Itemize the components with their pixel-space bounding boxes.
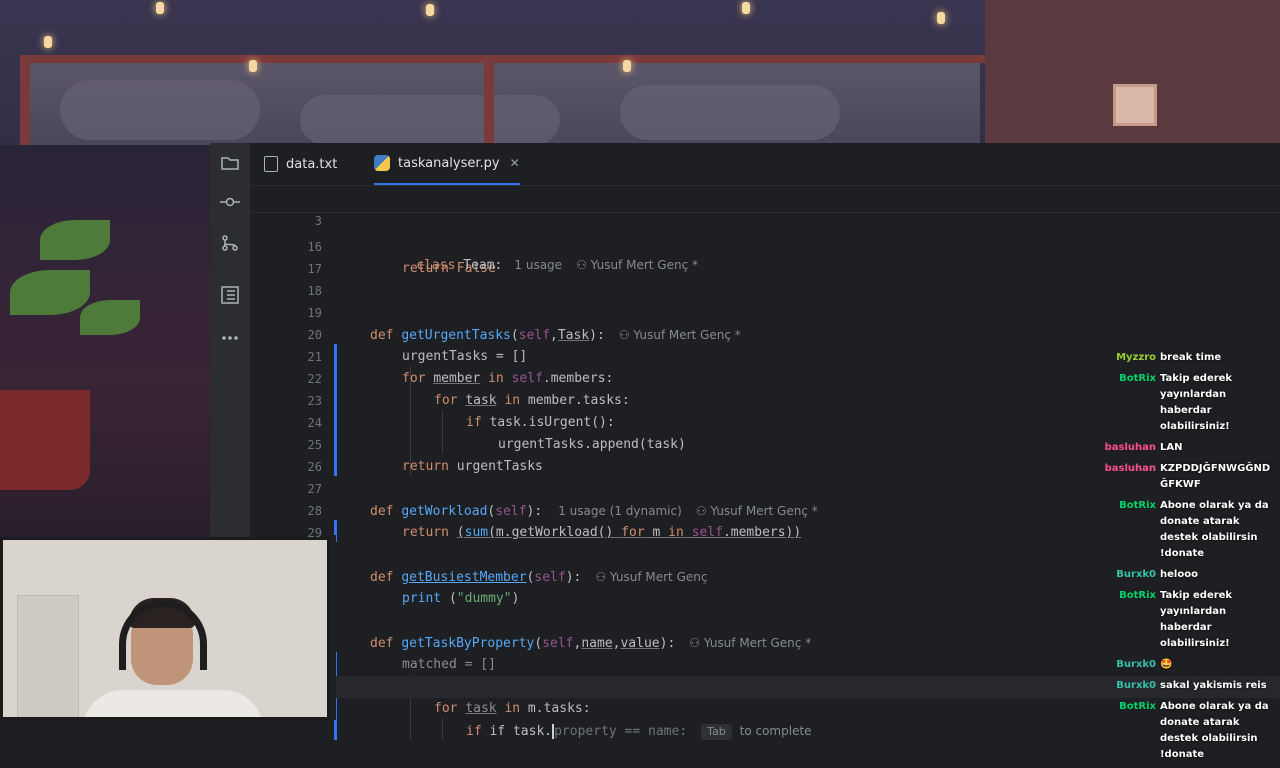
door <box>17 595 79 717</box>
chat-username: Burxk0 <box>1116 659 1156 670</box>
chat-text: sakal yakismis reis <box>1160 680 1267 691</box>
chat-text: Takip ederek yayınlardan haberdar olabil… <box>1160 590 1233 649</box>
text-file-icon <box>264 156 278 172</box>
lamp-bulb <box>623 60 631 72</box>
ide-edge <box>330 535 336 720</box>
plant-leaf <box>40 220 110 260</box>
indent-guide <box>442 718 443 740</box>
keyword: class <box>416 258 456 273</box>
chat-text: KZPDDJĞFNWGĞNDĞFKWF <box>1160 463 1271 490</box>
chat-username: basluhan <box>1104 442 1156 453</box>
wall-frame <box>1113 84 1157 126</box>
tab-data-txt[interactable]: data.txt <box>264 143 337 185</box>
tab-key-hint: Tab <box>701 724 732 740</box>
chat-message: Burxk0 helooo <box>1090 567 1275 583</box>
chat-message: BotRix Abone olarak ya da donate atarak d… <box>1090 699 1275 763</box>
chat-username: Myzzro <box>1116 352 1156 363</box>
completion-hint: to complete <box>739 724 812 738</box>
lamp-bulb <box>742 2 750 14</box>
window-beam <box>20 55 30 145</box>
code-line: 21 for member in self.members: <box>250 324 1280 386</box>
chat-username: basluhan <box>1104 463 1156 474</box>
streamer-shirt <box>83 690 263 717</box>
stream-chat: Myzzro break time BotRix Takip ederek yayı… <box>1090 350 1275 768</box>
line-number: 3 <box>314 214 322 228</box>
cloud <box>620 85 840 140</box>
class-name: Team: <box>463 258 503 273</box>
tab-label: data.txt <box>286 156 338 172</box>
chat-text: LAN <box>1160 442 1183 453</box>
branch-icon[interactable] <box>220 234 240 254</box>
chat-text: Abone olarak ya da donate atarak destek … <box>1160 701 1269 760</box>
author-name: Yusuf Mert Genç * <box>590 258 698 272</box>
chat-text: helooo <box>1160 569 1198 580</box>
chat-username: Burxk0 <box>1116 569 1156 580</box>
user-icon: ⚇ <box>576 258 591 272</box>
lamp-bulb <box>249 60 257 72</box>
webcam-overlay <box>0 537 330 720</box>
chat-message: BotRix Abone olarak ya da donate atarak d… <box>1090 498 1275 562</box>
usage-hint[interactable]: 1 usage <box>514 258 562 272</box>
python-file-icon <box>374 155 390 171</box>
chat-message: Burxk0 sakal yakismis reis <box>1090 678 1275 694</box>
lamp-bulb <box>44 36 52 48</box>
more-icon[interactable] <box>220 326 240 346</box>
editor-tab-bar: data.txt taskanalyser.py ✕ <box>250 143 1280 186</box>
chat-username: BotRix <box>1119 590 1156 601</box>
close-icon[interactable]: ✕ <box>510 156 520 170</box>
commit-icon[interactable] <box>220 194 240 214</box>
chat-message: BotRix Takip ederek yayınlardan haberdar … <box>1090 371 1275 435</box>
chat-username: Burxk0 <box>1116 680 1156 691</box>
cloud <box>60 80 260 140</box>
structure-icon[interactable] <box>220 286 240 306</box>
inline-completion[interactable]: property == name: <box>554 724 687 739</box>
chat-message: basluhan KZPDDJĞFNWGĞNDĞFKWF <box>1090 461 1275 493</box>
plant-leaf <box>80 300 140 335</box>
lamp-bulb <box>156 2 164 14</box>
chat-message: basluhan LAN <box>1090 440 1275 456</box>
chat-text: 🤩 <box>1160 659 1173 670</box>
folder-icon[interactable] <box>220 155 240 175</box>
lamp-bulb <box>426 4 434 16</box>
window-beam <box>484 55 494 145</box>
lamp-bulb <box>937 12 945 24</box>
chat-text: Takip ederek yayınlardan haberdar olabil… <box>1160 373 1233 432</box>
chat-username: BotRix <box>1119 701 1156 712</box>
chat-text: break time <box>1160 352 1222 363</box>
chat-username: BotRix <box>1119 373 1156 384</box>
window-beam <box>20 55 985 63</box>
plant-leaf <box>10 270 90 315</box>
chat-text: Abone olarak ya da donate atarak destek … <box>1160 500 1269 559</box>
chat-message: Myzzro break time <box>1090 350 1275 366</box>
cloud <box>300 95 560 145</box>
tab-label: taskanalyser.py <box>398 155 500 171</box>
author-hint[interactable]: ⚇ Yusuf Mert Genç * <box>576 258 698 272</box>
plant-pot <box>0 390 90 490</box>
chat-message: BotRix Takip ederek yayınlardan haberdar … <box>1090 588 1275 652</box>
sticky-scope-header: 3 class Team: 1 usage ⚇ Yusuf Mert Genç * <box>250 186 1280 273</box>
chat-username: BotRix <box>1119 500 1156 511</box>
chat-message: Burxk0 🤩 <box>1090 657 1275 673</box>
code-text: if task. <box>489 724 553 739</box>
tab-taskanalyser-py[interactable]: taskanalyser.py ✕ <box>374 143 520 185</box>
code-line: 20 urgentTasks = [] <box>250 302 1280 364</box>
